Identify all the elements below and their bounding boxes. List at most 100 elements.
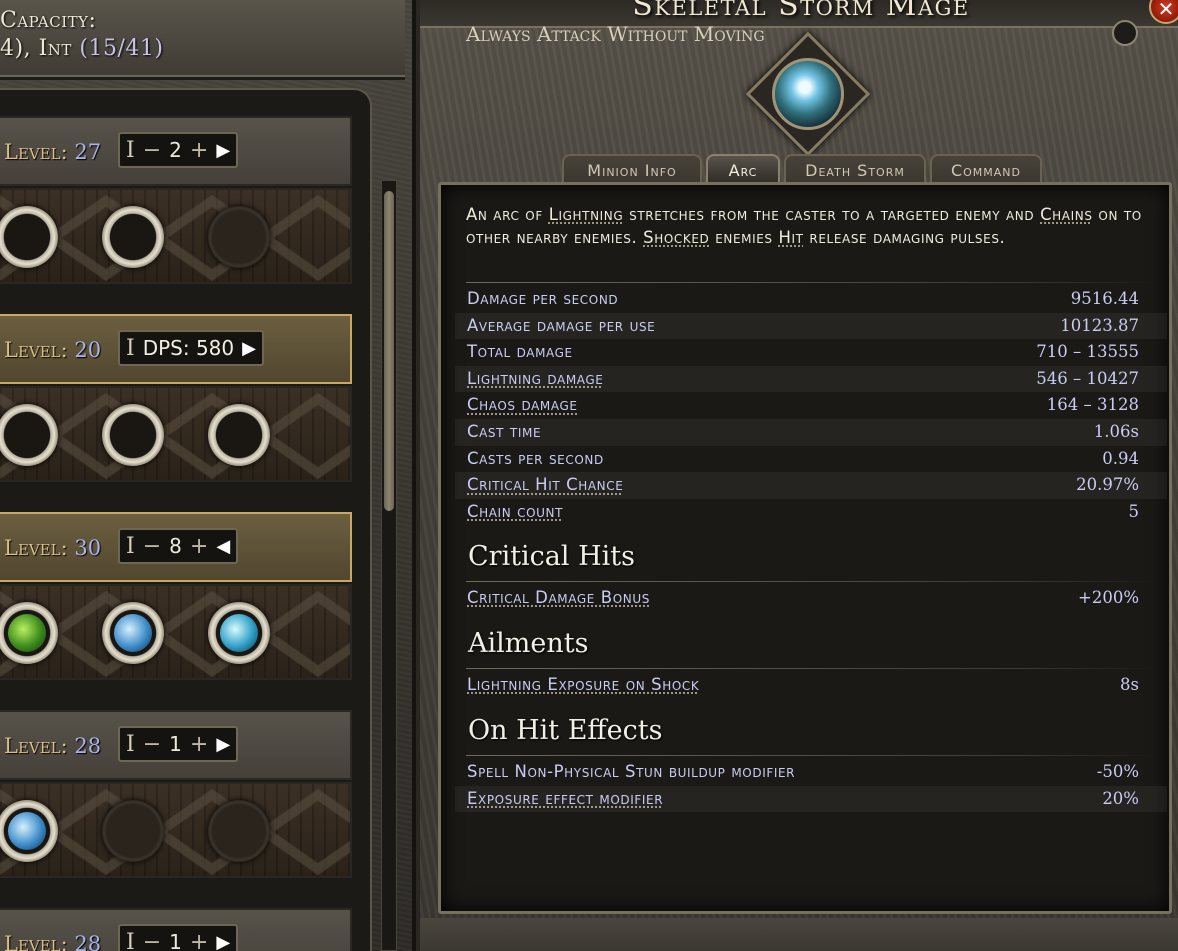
arrow-right-icon[interactable]: ▶ bbox=[216, 734, 230, 755]
gem-socket[interactable] bbox=[208, 404, 270, 466]
minion-slot-header[interactable]: Level: 20 I DPS: 580 ▶ bbox=[0, 314, 352, 384]
plus-icon[interactable]: + bbox=[190, 732, 208, 757]
green-gem-icon bbox=[8, 614, 46, 652]
stat-row: Total damage 710 – 13555 bbox=[455, 339, 1167, 366]
slot-level: Level: 28 bbox=[4, 932, 101, 951]
description-keyword[interactable]: Chains bbox=[1040, 205, 1093, 224]
slot-level-number: 27 bbox=[74, 140, 102, 164]
stat-label[interactable]: Exposure effect modifier bbox=[467, 789, 663, 808]
minion-slot-header[interactable]: Level: 28 I −1 + ▶ bbox=[0, 710, 352, 780]
arrow-left-icon[interactable]: ◀ bbox=[216, 536, 230, 557]
cyan-gem-icon bbox=[220, 614, 258, 652]
stat-label[interactable]: Critical Damage Bonus bbox=[467, 588, 650, 607]
slot-count-value: 1 bbox=[169, 732, 182, 756]
slot-count-stepper[interactable]: I −1 + ▶ bbox=[118, 924, 239, 951]
slot-bar-icon: I bbox=[126, 731, 135, 757]
gem-socket-row bbox=[0, 188, 352, 284]
plus-icon[interactable]: + bbox=[190, 534, 208, 559]
stat-row: Exposure effect modifier 20% bbox=[455, 785, 1167, 813]
description-text: release damaging pulses. bbox=[803, 228, 1006, 247]
slot-list-scrollbar[interactable] bbox=[381, 180, 397, 951]
slot-bar-icon: I bbox=[126, 929, 135, 951]
separator bbox=[466, 282, 1156, 283]
stat-row: Lightning damage 546 – 10427 bbox=[455, 365, 1167, 393]
empty-socket[interactable] bbox=[208, 206, 270, 268]
minion-slot-header[interactable]: Level: 30 I −8 + ◀ bbox=[0, 512, 352, 582]
slot-level: Level: 30 bbox=[4, 536, 101, 560]
stat-label[interactable]: Critical Hit Chance bbox=[467, 475, 623, 494]
stat-row: Average damage per use 10123.87 bbox=[455, 312, 1167, 340]
gem-socket[interactable] bbox=[0, 404, 58, 466]
stat-label[interactable]: Chain count bbox=[467, 502, 563, 521]
slot-count-stepper[interactable]: I −1 + ▶ bbox=[118, 726, 239, 762]
skill-description: An arc of Lightning stretches from the c… bbox=[466, 203, 1156, 249]
stat-value: 20% bbox=[1102, 788, 1139, 808]
slot-bar-icon: I bbox=[126, 137, 135, 163]
stat-row: Chaos damage 164 – 3128 bbox=[455, 392, 1167, 419]
stat-label: Spell Non-Physical Stun buildup modifier bbox=[467, 762, 796, 781]
arrow-right-icon[interactable]: ▶ bbox=[242, 338, 256, 359]
description-keyword[interactable]: Hit bbox=[779, 228, 804, 247]
minus-icon[interactable]: − bbox=[143, 534, 161, 559]
minus-icon[interactable]: − bbox=[143, 138, 161, 163]
empty-socket[interactable] bbox=[102, 800, 164, 862]
stat-label: Cast time bbox=[467, 422, 542, 441]
minion-slot-header[interactable]: Level: 27 I −2 + ▶ bbox=[0, 116, 352, 186]
stat-value: +200% bbox=[1078, 588, 1139, 607]
stat-value: 10123.87 bbox=[1060, 315, 1139, 335]
separator bbox=[466, 668, 1156, 669]
slot-level: Level: 27 bbox=[4, 140, 101, 164]
stat-value: 710 – 13555 bbox=[1036, 342, 1139, 362]
stat-value: 5 bbox=[1128, 501, 1140, 521]
gem-socket[interactable] bbox=[102, 404, 164, 466]
stat-label[interactable]: Lightning Exposure on Shock bbox=[467, 675, 699, 694]
description-keyword[interactable]: Shocked bbox=[643, 228, 709, 247]
stat-value: 1.06s bbox=[1093, 422, 1139, 441]
arrow-right-icon[interactable]: ▶ bbox=[216, 932, 230, 951]
stat-value: 164 – 3128 bbox=[1046, 395, 1139, 415]
minus-icon[interactable]: − bbox=[143, 732, 161, 757]
minus-icon[interactable]: − bbox=[143, 930, 161, 951]
capacity-label: Capacity: bbox=[0, 8, 97, 33]
gem-socket[interactable] bbox=[0, 602, 58, 664]
blue-gem-icon bbox=[114, 614, 152, 652]
description-text: An arc of bbox=[466, 205, 549, 224]
section-heading: On Hit Effects bbox=[468, 715, 663, 746]
stat-row: Casts per second 0.94 bbox=[455, 446, 1167, 473]
gem-socket[interactable] bbox=[0, 206, 58, 268]
stat-label[interactable]: Lightning damage bbox=[467, 369, 604, 388]
gem-socket[interactable] bbox=[102, 206, 164, 268]
minion-portrait bbox=[772, 58, 844, 130]
plus-icon[interactable]: + bbox=[190, 138, 208, 163]
minion-details-panel: Skeletal Storm Mage ✕ Minion Info Arc Deat… bbox=[416, 0, 1178, 951]
stat-value: 9516.44 bbox=[1070, 289, 1139, 308]
slot-count-stepper[interactable]: I −8 + ◀ bbox=[118, 528, 239, 564]
slot-level: Level: 20 bbox=[4, 338, 101, 362]
skill-details: An arc of Lightning stretches from the c… bbox=[438, 182, 1172, 914]
plus-icon[interactable]: + bbox=[190, 930, 208, 951]
capacity-header: Capacity: 4), Int (15/41) bbox=[0, 0, 405, 80]
close-icon: ✕ bbox=[1157, 0, 1175, 21]
stat-row: Cast time 1.06s bbox=[455, 419, 1167, 446]
slot-level-label: Level: bbox=[4, 734, 68, 758]
description-keyword[interactable]: Lightning bbox=[549, 205, 624, 224]
slot-count-value: 8 bbox=[169, 534, 182, 558]
description-text: enemies bbox=[709, 228, 779, 247]
empty-socket[interactable] bbox=[208, 800, 270, 862]
gem-socket[interactable] bbox=[102, 602, 164, 664]
always-attack-toggle[interactable] bbox=[1112, 20, 1138, 46]
slot-dps-display[interactable]: I DPS: 580 ▶ bbox=[118, 330, 264, 366]
minion-slot-header[interactable]: Level: 28 I −1 + ▶ bbox=[0, 908, 352, 951]
scrollbar-thumb[interactable] bbox=[384, 191, 394, 511]
stat-row: Critical Damage Bonus +200% bbox=[455, 585, 1167, 612]
separator bbox=[466, 581, 1156, 582]
slot-dps-text: DPS: 580 bbox=[142, 336, 235, 360]
gem-socket[interactable] bbox=[0, 800, 58, 862]
stat-label[interactable]: Chaos damage bbox=[467, 395, 578, 414]
arrow-right-icon[interactable]: ▶ bbox=[216, 140, 230, 161]
slot-count-stepper[interactable]: I −2 + ▶ bbox=[118, 132, 239, 168]
gem-socket[interactable] bbox=[208, 602, 270, 664]
separator bbox=[466, 755, 1156, 756]
section-heading: Critical Hits bbox=[468, 541, 636, 572]
stat-label: Total damage bbox=[467, 342, 573, 362]
